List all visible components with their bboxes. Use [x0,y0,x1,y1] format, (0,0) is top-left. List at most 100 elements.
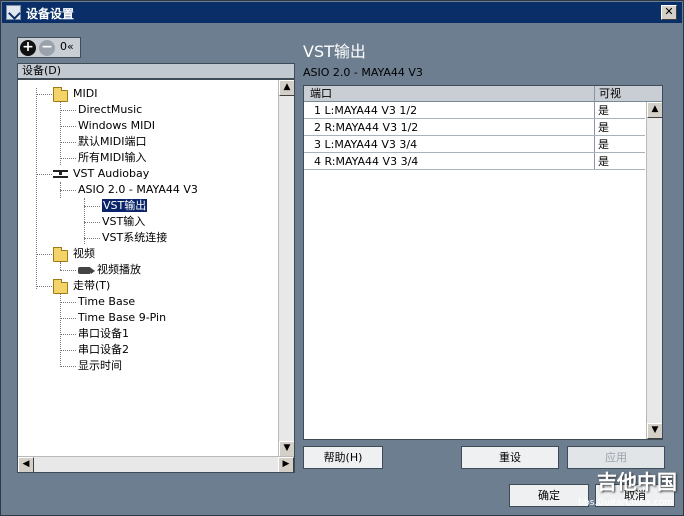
table-row[interactable]: 2 R:MAYA44 V3 1/2 是 [304,119,645,136]
scroll-down-arrow-icon[interactable]: ▼ [279,441,294,457]
tree-item-transport[interactable]: 走带(T) [73,279,110,293]
tree-item-label: VST Audiobay [73,167,150,180]
port-name: 1 L:MAYA44 V3 1/2 [314,104,418,117]
reset-button[interactable]: 重设 [461,446,559,469]
scroll-up-arrow-icon[interactable]: ▲ [279,80,294,96]
tree-item-all-midi-inputs[interactable]: 所有MIDI输入 [78,151,146,165]
tree-item-label: 视频 [73,247,95,260]
device-list-label: 设备(D) [17,63,295,79]
device-setup-window: 设备设置 ✕ + − 0« 设备(D) MIDI DirectMusic Win… [0,0,684,516]
tree-item-vst-audiobay[interactable]: VST Audiobay [73,167,149,181]
table-header: 端口 可视 [304,86,662,102]
ports-vertical-scrollbar[interactable]: ▲ ▼ [646,102,662,439]
tree-line [60,350,76,351]
help-button[interactable]: 帮助(H) [303,446,383,469]
reset-device-button[interactable]: 0« [60,40,74,53]
tree-item-label: 走带(T) [73,279,111,292]
ports-table: 端口 可视 1 L:MAYA44 V3 1/2 是 2 R:MAYA44 V3 … [303,85,663,440]
scroll-left-arrow-icon[interactable]: ◀ [18,457,34,472]
table-row[interactable]: 4 R:MAYA44 V3 3/4 是 [304,153,645,170]
tree-item-label: 视频播放 [97,263,141,276]
device-toolbar: + − 0« [17,37,81,58]
tree-item-label: 所有MIDI输入 [78,151,147,164]
panel-title: VST输出 [303,42,366,61]
scroll-down-arrow-icon[interactable]: ▼ [647,423,662,439]
title-bar[interactable]: 设备设置 ✕ [2,2,682,23]
tree-line [60,366,76,367]
tree-line [36,88,37,289]
tree-line [60,294,61,365]
tree-item-time-base[interactable]: Time Base [78,295,135,309]
device-tree[interactable]: MIDI DirectMusic Windows MIDI 默认MIDI端口 所… [17,79,295,473]
port-visible[interactable]: 是 [598,120,609,135]
tree-line [60,102,61,165]
add-device-button[interactable]: + [20,40,36,56]
tree-item-label: 串口设备1 [78,327,129,340]
tree-item-label: 串口设备2 [78,343,129,356]
table-row[interactable]: 1 L:MAYA44 V3 1/2 是 [304,102,645,119]
watermark-logo: 吉他中国 [597,470,677,494]
tree-item-video-player[interactable]: 视频播放 [97,263,141,277]
port-visible[interactable]: 是 [598,137,609,152]
tree-item-directmusic[interactable]: DirectMusic [78,103,142,117]
tree-item-serial-device-2[interactable]: 串口设备2 [78,343,129,357]
port-name: 3 L:MAYA44 V3 3/4 [314,138,418,151]
tree-item-windows-midi[interactable]: Windows MIDI [78,119,155,133]
tree-item-label: Time Base 9-Pin [78,311,167,324]
tree-line [36,254,52,255]
remove-device-button[interactable]: − [39,40,55,56]
port-name: 2 R:MAYA44 V3 1/2 [314,121,419,134]
tree-horizontal-scrollbar[interactable]: ◀ ▶ [18,456,294,472]
tree-line [60,126,76,127]
folder-icon [53,87,68,102]
device-name: ASIO 2.0 - MAYA44 V3 [303,66,423,79]
tree-item-asio-driver[interactable]: ASIO 2.0 - MAYA44 V3 [78,183,198,197]
tree-item-vst-system-link[interactable]: VST系统连接 [102,231,167,245]
tree-item-time-base-9pin[interactable]: Time Base 9-Pin [78,311,166,325]
column-header-visible[interactable]: 可视 [599,87,621,101]
tree-item-midi[interactable]: MIDI [73,87,97,101]
tree-item-video[interactable]: 视频 [73,247,95,261]
tree-item-label: MIDI [73,87,98,100]
app-icon [6,5,21,20]
port-visible[interactable]: 是 [598,154,609,169]
tree-line [60,270,76,271]
tree-item-label: 显示时间 [78,359,122,372]
column-header-port[interactable]: 端口 [310,87,332,101]
video-icon [78,267,95,274]
tree-line [36,286,52,287]
tree-line [84,238,100,239]
tree-line [84,206,100,207]
tree-line [60,190,76,191]
tree-item-default-midi-port[interactable]: 默认MIDI端口 [78,135,146,149]
audio-icon [53,170,68,178]
tree-item-label: VST输入 [102,215,146,228]
tree-line [60,142,76,143]
tree-item-serial-device-1[interactable]: 串口设备1 [78,327,129,341]
tree-vertical-scrollbar[interactable]: ▲ ▼ [278,80,294,457]
tree-item-label: 默认MIDI端口 [78,135,147,148]
tree-item-label: Time Base [78,295,136,308]
close-button[interactable]: ✕ [661,5,677,20]
tree-line [60,334,76,335]
tree-line [60,158,76,159]
tree-item-vst-outputs[interactable]: VST输出 [102,199,148,213]
tree-item-label: DirectMusic [78,103,143,116]
tree-line [60,302,76,303]
port-visible[interactable]: 是 [598,103,609,118]
folder-icon [53,279,68,294]
scroll-up-arrow-icon[interactable]: ▲ [647,102,662,118]
tree-item-time-display[interactable]: 显示时间 [78,359,122,373]
ok-button[interactable]: 确定 [509,484,589,507]
scroll-right-arrow-icon[interactable]: ▶ [278,457,294,472]
tree-line [60,110,76,111]
watermark-url: bbs.GuitarChina.com [578,498,673,508]
port-name: 4 R:MAYA44 V3 3/4 [314,155,419,168]
window-title: 设备设置 [26,7,75,21]
tree-item-label: ASIO 2.0 - MAYA44 V3 [78,183,198,196]
folder-icon [53,247,68,262]
tree-item-vst-inputs[interactable]: VST输入 [102,215,145,229]
tree-item-label: Windows MIDI [78,119,156,132]
tree-line [60,318,76,319]
table-row[interactable]: 3 L:MAYA44 V3 3/4 是 [304,136,645,153]
